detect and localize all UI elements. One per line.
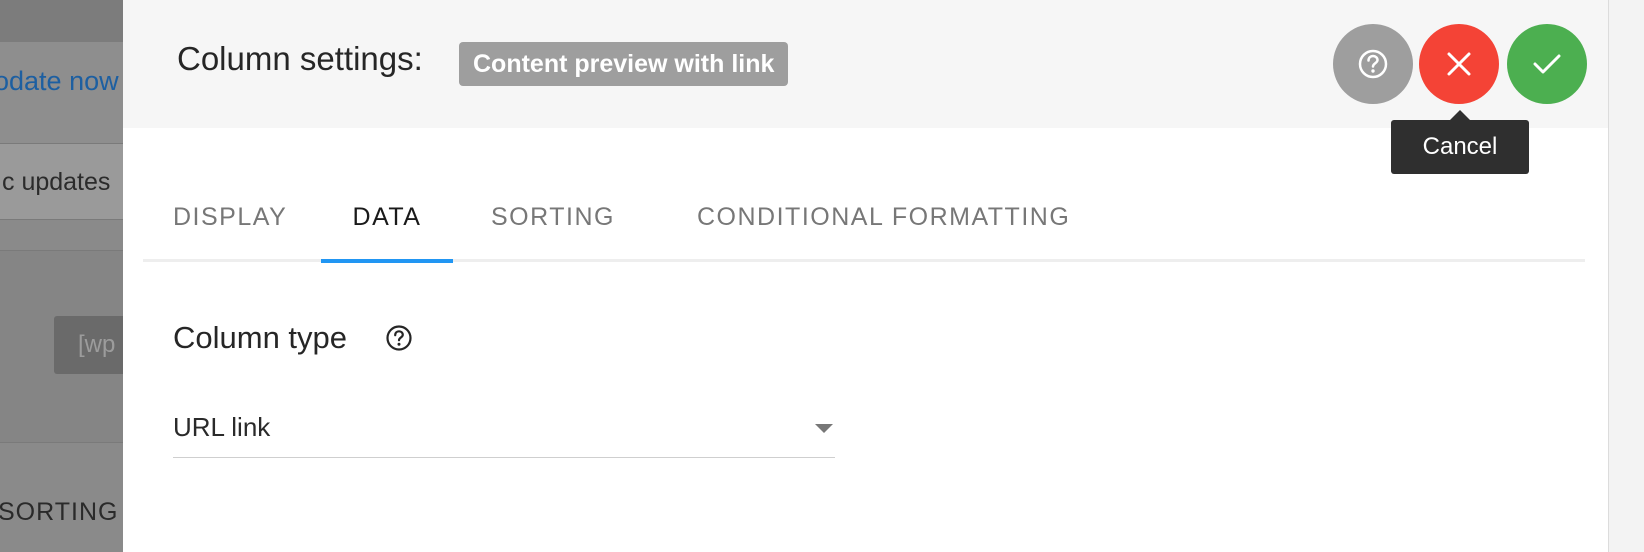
tab-conditional-formatting[interactable]: CONDITIONAL FORMATTING xyxy=(697,186,1070,262)
background-band xyxy=(0,0,123,42)
help-button[interactable] xyxy=(1333,24,1413,104)
confirm-button[interactable] xyxy=(1507,24,1587,104)
settings-tabs: DISPLAY DATA SORTING CONDITIONAL FORMATT… xyxy=(143,186,1585,263)
help-circle-icon[interactable] xyxy=(385,324,413,352)
background-shortcode-chip: [wp xyxy=(54,316,123,374)
background-page: odate now c updates [wp SORTING A xyxy=(0,0,123,552)
column-type-select[interactable]: URL link xyxy=(173,402,835,458)
cancel-tooltip: Cancel xyxy=(1391,120,1529,174)
modal-header: Column settings: Content preview with li… xyxy=(123,0,1608,128)
tab-sorting[interactable]: SORTING xyxy=(491,186,615,262)
cancel-button[interactable] xyxy=(1419,24,1499,104)
background-band xyxy=(0,442,123,552)
column-settings-modal: Column settings: Content preview with li… xyxy=(123,0,1608,552)
background-update-link: odate now xyxy=(0,66,119,96)
tab-display[interactable]: DISPLAY xyxy=(173,186,287,262)
column-type-label: Column type xyxy=(173,320,348,355)
modal-edge xyxy=(1608,0,1644,552)
active-tab-indicator xyxy=(321,259,453,263)
check-icon xyxy=(1533,54,1561,74)
column-type-selected-value: URL link xyxy=(173,412,271,442)
tooltip-arrow xyxy=(1450,110,1470,120)
close-icon xyxy=(1447,52,1471,76)
column-name-badge: Content preview with link xyxy=(459,42,789,86)
modal-title: Column settings: xyxy=(177,40,423,77)
help-circle-icon xyxy=(1358,49,1388,79)
background-sorting-text: SORTING A xyxy=(0,498,123,526)
background-updates-text: c updates xyxy=(2,168,111,196)
tab-data[interactable]: DATA xyxy=(321,186,453,262)
chevron-down-icon xyxy=(815,424,833,433)
